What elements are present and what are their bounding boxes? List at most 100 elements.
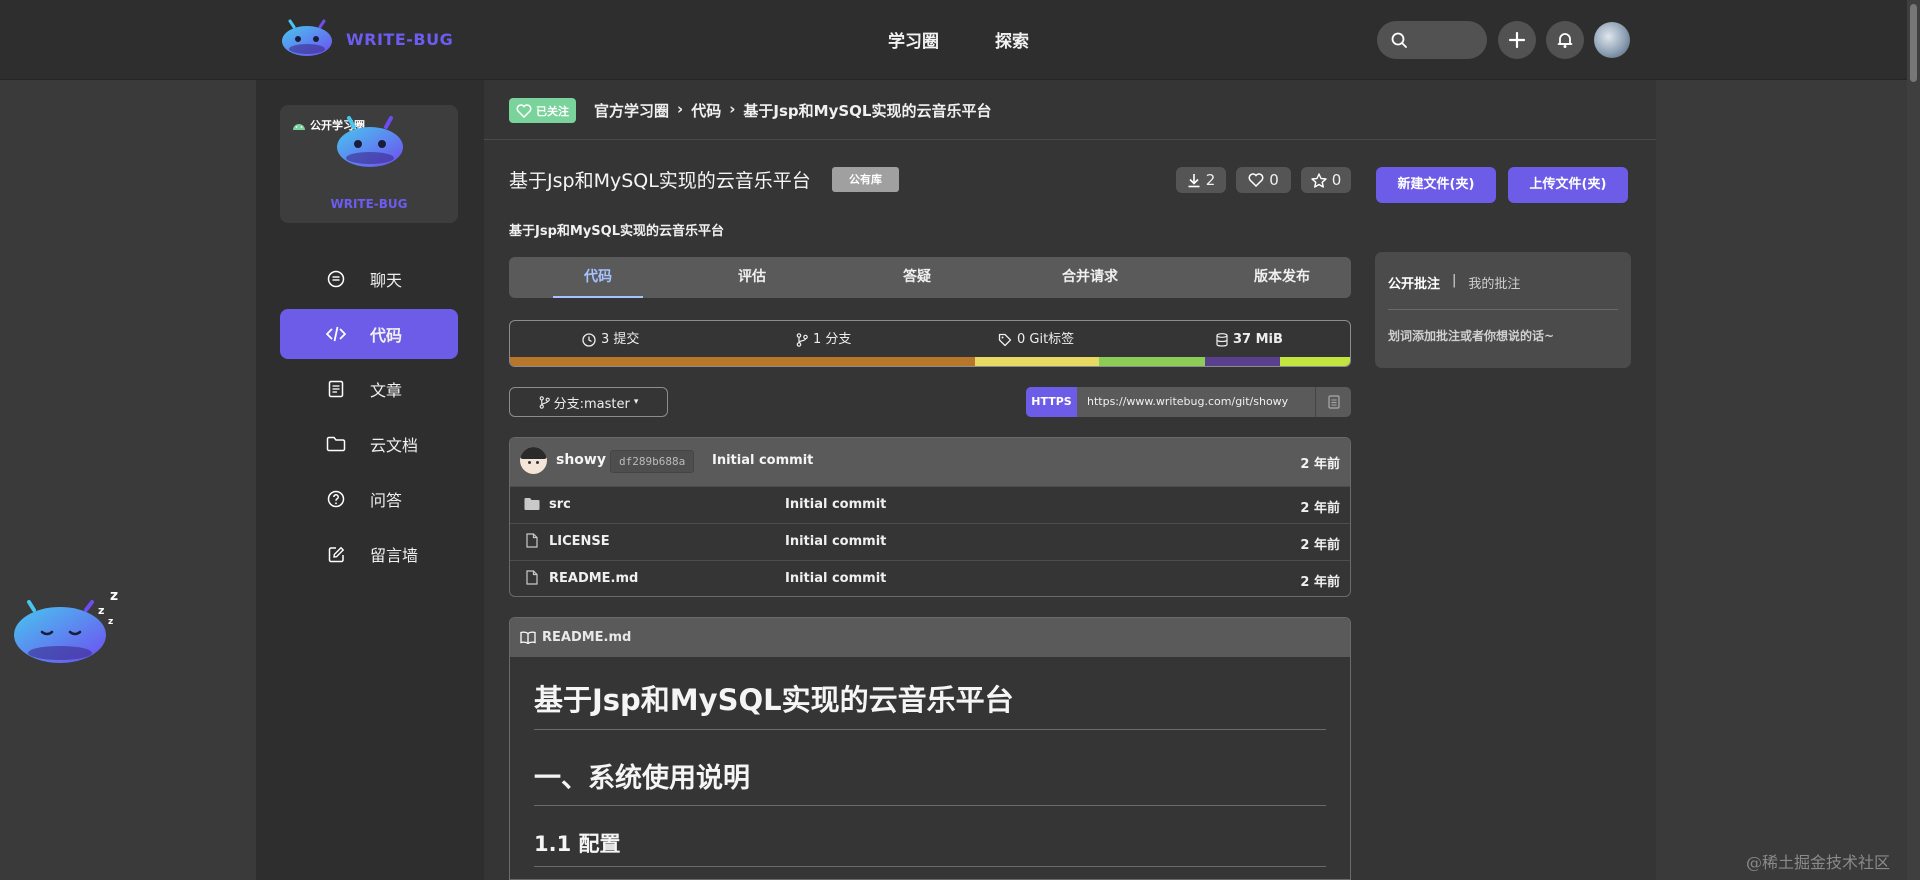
user-avatar[interactable] (1594, 22, 1630, 58)
sidebar-item-label: 代码 (370, 326, 403, 345)
commit-author[interactable]: showy (556, 452, 606, 468)
file-list: showy df289b688a Initial commit 2 年前 src… (509, 437, 1351, 597)
language-segment (510, 357, 975, 366)
readme-filename: README.md (542, 630, 632, 645)
sidebar-item-article[interactable]: 文章 (280, 364, 458, 414)
annotation-tabs: 公开批注 | 我的批注 (1388, 273, 1520, 292)
folder-icon (326, 434, 346, 454)
notifications-button[interactable] (1546, 21, 1584, 59)
download-count-button[interactable]: 2 (1176, 167, 1226, 193)
branch-selector[interactable]: 分支:master ▾ (509, 387, 668, 417)
circle-brand: WRITE-BUG (330, 197, 408, 211)
file-name[interactable]: LICENSE (549, 534, 610, 549)
database-icon (1216, 333, 1228, 347)
scrollbar-thumb[interactable] (1910, 4, 1917, 82)
nav-explore[interactable]: 探索 (995, 27, 1029, 52)
copy-button[interactable] (1315, 387, 1351, 417)
branch-icon (539, 395, 550, 409)
sleeping-mascot[interactable]: z z z (12, 580, 134, 674)
commits-count: 3 提交 (601, 332, 640, 347)
file-time: 2 年前 (1300, 538, 1340, 553)
like-count: 0 (1269, 171, 1279, 189)
sidebar-item-qa[interactable]: 问答 (280, 474, 458, 524)
branch-icon (796, 333, 808, 347)
tab-code[interactable]: 代码 (553, 257, 643, 298)
language-segment (1280, 357, 1350, 366)
tab-separator: | (1452, 273, 1457, 288)
nav-study-circle[interactable]: 学习圈 (888, 27, 939, 52)
top-bar: WRITE-BUG 学习圈 探索 (0, 0, 1920, 80)
circle-card[interactable]: 公开学习圈 WRITE-BUG (280, 105, 458, 223)
file-row[interactable]: src Initial commit 2 年前 (510, 486, 1350, 523)
side-nav: 聊天 代码 文章 云文档 问答 留言墙 (280, 254, 458, 584)
sidebar-item-code[interactable]: 代码 (280, 309, 458, 359)
sidebar-item-label: 留言墙 (370, 546, 419, 565)
like-button[interactable]: 0 (1236, 167, 1291, 193)
search-input[interactable] (1377, 21, 1487, 59)
chevron-right-icon: › (677, 100, 684, 118)
repo-size: 37 MiB (1233, 332, 1283, 347)
clone-url-field[interactable]: https://www.writebug.com/git/showy (1077, 387, 1315, 417)
sidebar-item-cloud-docs[interactable]: 云文档 (280, 419, 458, 469)
tab-releases[interactable]: 版本发布 (1227, 257, 1337, 298)
latest-commit-row: showy df289b688a Initial commit 2 年前 (510, 438, 1350, 486)
commit-message[interactable]: Initial commit (712, 453, 813, 468)
size-stat: 37 MiB (1216, 321, 1283, 359)
readme-subheading: 1.1 配置 (534, 806, 1326, 867)
star-button[interactable]: 0 (1301, 167, 1351, 193)
branch-label: 分支:master (553, 396, 630, 412)
breadcrumb: 官方学习圈 › 代码 › 基于Jsp和MySQL实现的云音乐平台 (594, 100, 991, 121)
language-bar (510, 357, 1350, 366)
file-row[interactable]: README.md Initial commit 2 年前 (510, 560, 1350, 596)
svg-text:z: z (110, 588, 118, 604)
sidebar-item-message-wall[interactable]: 留言墙 (280, 529, 458, 579)
star-count: 0 (1331, 171, 1342, 189)
commit-time: 2 年前 (1300, 457, 1340, 472)
breadcrumb-item[interactable]: 官方学习圈 (594, 100, 669, 121)
file-icon (526, 533, 538, 548)
readme-heading: 一、系统使用说明 (534, 730, 1326, 806)
robot-logo-icon (337, 116, 403, 167)
repo-stats: 3 提交 1 分支 0 Git标签 37 MiB (509, 320, 1351, 367)
commits-stat[interactable]: 3 提交 (582, 321, 639, 359)
page-scrollbar[interactable] (1907, 0, 1920, 880)
add-button[interactable] (1498, 21, 1536, 59)
new-file-button[interactable]: 新建文件(夹) (1376, 167, 1496, 203)
author-avatar[interactable] (520, 447, 547, 474)
file-commit-message[interactable]: Initial commit (785, 497, 886, 512)
branches-stat[interactable]: 1 分支 (796, 321, 851, 359)
chat-icon (326, 269, 346, 289)
upload-file-button[interactable]: 上传文件(夹) (1508, 167, 1628, 203)
clone-protocol-button[interactable]: HTTPS (1026, 387, 1077, 417)
tags-stat[interactable]: 0 Git标签 (998, 321, 1074, 359)
tab-merge-requests[interactable]: 合并请求 (1035, 257, 1145, 298)
sleeping-robot-icon: z z z (14, 588, 118, 663)
svg-text:z: z (108, 617, 113, 627)
android-icon (293, 123, 305, 130)
tab-my-annotations[interactable]: 我的批注 (1468, 273, 1520, 292)
site-logo[interactable]: WRITE-BUG (280, 18, 453, 60)
repo-description: 基于Jsp和MySQL实现的云音乐平台 (509, 224, 724, 239)
tab-qa[interactable]: 答疑 (872, 257, 962, 298)
logo-text: WRITE-BUG (346, 29, 454, 49)
file-commit-message[interactable]: Initial commit (785, 534, 886, 549)
divider (1388, 309, 1618, 310)
file-commit-message[interactable]: Initial commit (785, 571, 886, 586)
tab-public-annotations[interactable]: 公开批注 (1388, 273, 1440, 292)
download-count: 2 (1205, 171, 1216, 189)
tab-evaluation[interactable]: 评估 (707, 257, 797, 298)
commit-hash[interactable]: df289b688a (610, 450, 695, 473)
sidebar-item-label: 文章 (370, 381, 403, 400)
tag-icon (998, 333, 1012, 347)
sidebar-item-chat[interactable]: 聊天 (280, 254, 458, 304)
edit-icon (326, 544, 346, 564)
bell-icon (1557, 33, 1573, 48)
file-name[interactable]: src (549, 497, 571, 512)
repo-tabs: 代码 评估 答疑 合并请求 版本发布 (509, 257, 1351, 298)
sidebar-item-label: 问答 (370, 491, 403, 510)
breadcrumb-item[interactable]: 基于Jsp和MySQL实现的云音乐平台 (743, 100, 991, 121)
follow-button[interactable]: 已关注 (509, 98, 576, 123)
file-name[interactable]: README.md (549, 571, 638, 586)
breadcrumb-item[interactable]: 代码 (691, 100, 721, 121)
file-row[interactable]: LICENSE Initial commit 2 年前 (510, 523, 1350, 560)
